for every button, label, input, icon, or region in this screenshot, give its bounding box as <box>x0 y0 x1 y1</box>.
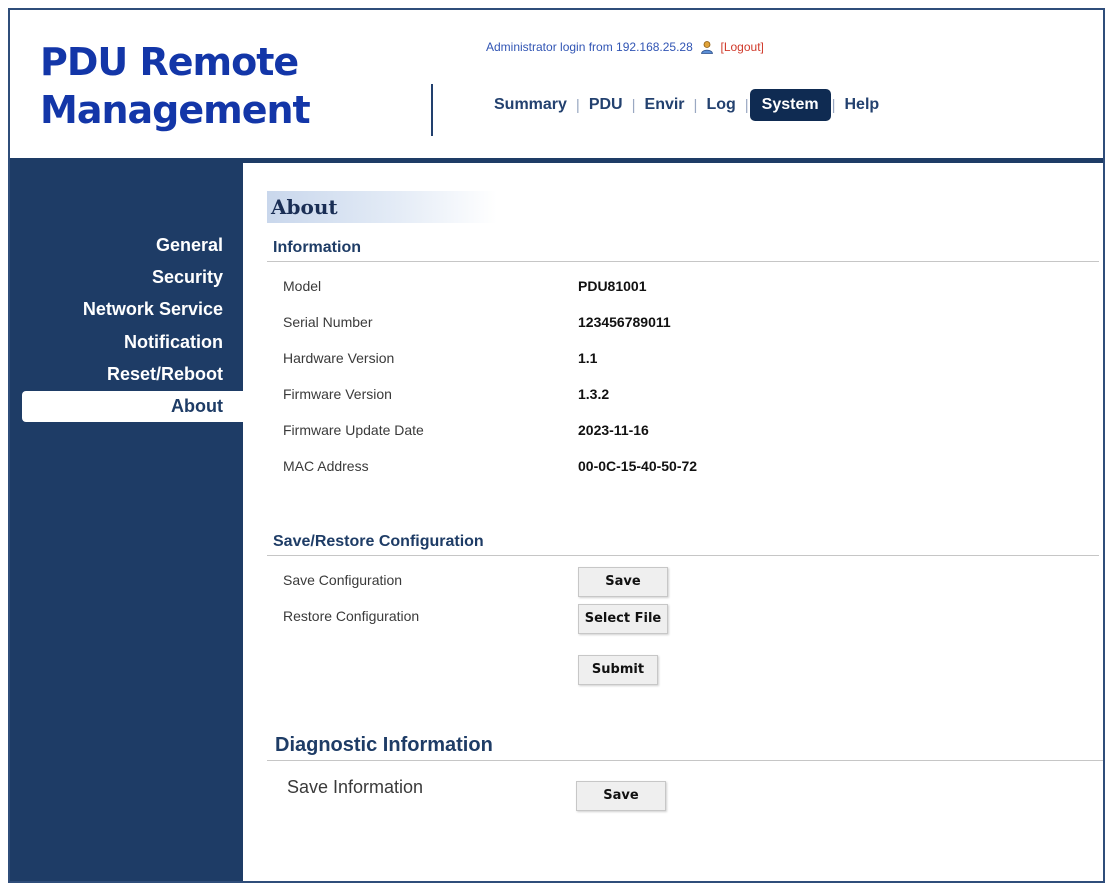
restore-configuration-label: Restore Configuration <box>283 608 420 624</box>
sidebar-item-reset-reboot[interactable]: Reset/Reboot <box>107 364 223 385</box>
nav-separator: | <box>744 96 749 114</box>
diagnostic-heading: Diagnostic Information <box>275 734 493 756</box>
tab-envir[interactable]: Envir <box>637 90 693 120</box>
hardware-version-label: Hardware Version <box>283 350 395 366</box>
sidebar-item-general[interactable]: General <box>156 235 223 256</box>
model-label: Model <box>283 278 322 294</box>
tab-help[interactable]: Help <box>837 90 888 120</box>
serial-number-label: Serial Number <box>283 314 373 330</box>
config-heading: Save/Restore Configuration <box>273 533 484 550</box>
sidebar-item-security[interactable]: Security <box>152 267 223 288</box>
tab-log[interactable]: Log <box>698 90 743 120</box>
page-title: About <box>267 191 497 223</box>
tab-system[interactable]: System <box>749 89 831 121</box>
login-text: Administrator login from 192.168.25.28 <box>486 40 693 54</box>
nav-separator: | <box>575 96 580 114</box>
save-information-label: Save Information <box>287 777 424 797</box>
nav-separator: | <box>831 96 836 114</box>
brand-logo: PDU Remote Management <box>40 38 311 134</box>
tab-summary[interactable]: Summary <box>486 90 575 120</box>
main-content: About Information Model PDU81001 Serial … <box>243 163 1103 881</box>
firmware-update-date-value: 2023-11-16 <box>578 422 649 438</box>
app-frame: PDU Remote Management Administrator logi… <box>8 8 1105 883</box>
mac-address-label: MAC Address <box>283 458 369 474</box>
save-configuration-button[interactable]: Save <box>578 567 668 597</box>
hardware-version-value: 1.1 <box>578 350 598 366</box>
sidebar-item-about[interactable]: About <box>22 391 243 422</box>
sidebar: General Security Network Service Notific… <box>10 163 243 881</box>
save-configuration-label: Save Configuration <box>283 572 403 588</box>
sidebar-item-notification[interactable]: Notification <box>124 332 223 353</box>
logout-link[interactable]: [Logout] <box>720 40 763 54</box>
section-divider <box>267 261 1099 262</box>
brand-line-2: Management <box>40 88 311 132</box>
model-value: PDU81001 <box>578 278 647 294</box>
firmware-version-label: Firmware Version <box>283 386 392 402</box>
select-file-button[interactable]: Select File <box>578 604 668 634</box>
brand-line-1: PDU Remote <box>40 40 299 84</box>
firmware-version-value: 1.3.2 <box>578 386 610 402</box>
mac-address-value: 00-0C-15-40-50-72 <box>578 458 698 474</box>
section-divider <box>267 555 1099 556</box>
sidebar-item-network-service[interactable]: Network Service <box>83 299 223 320</box>
nav-separator: | <box>631 96 636 114</box>
section-divider <box>267 760 1103 761</box>
header-divider <box>431 84 433 136</box>
main-nav: Summary | PDU | Envir | Log | System | H… <box>486 88 887 122</box>
save-information-button[interactable]: Save <box>576 781 666 811</box>
user-icon <box>700 40 714 54</box>
serial-number-value: 123456789011 <box>578 314 671 330</box>
tab-pdu[interactable]: PDU <box>581 90 631 120</box>
header: PDU Remote Management Administrator logi… <box>10 10 1103 163</box>
submit-button[interactable]: Submit <box>578 655 658 685</box>
firmware-update-date-label: Firmware Update Date <box>283 422 424 438</box>
information-heading: Information <box>273 239 361 256</box>
login-status: Administrator login from 192.168.25.28 [… <box>486 40 764 54</box>
